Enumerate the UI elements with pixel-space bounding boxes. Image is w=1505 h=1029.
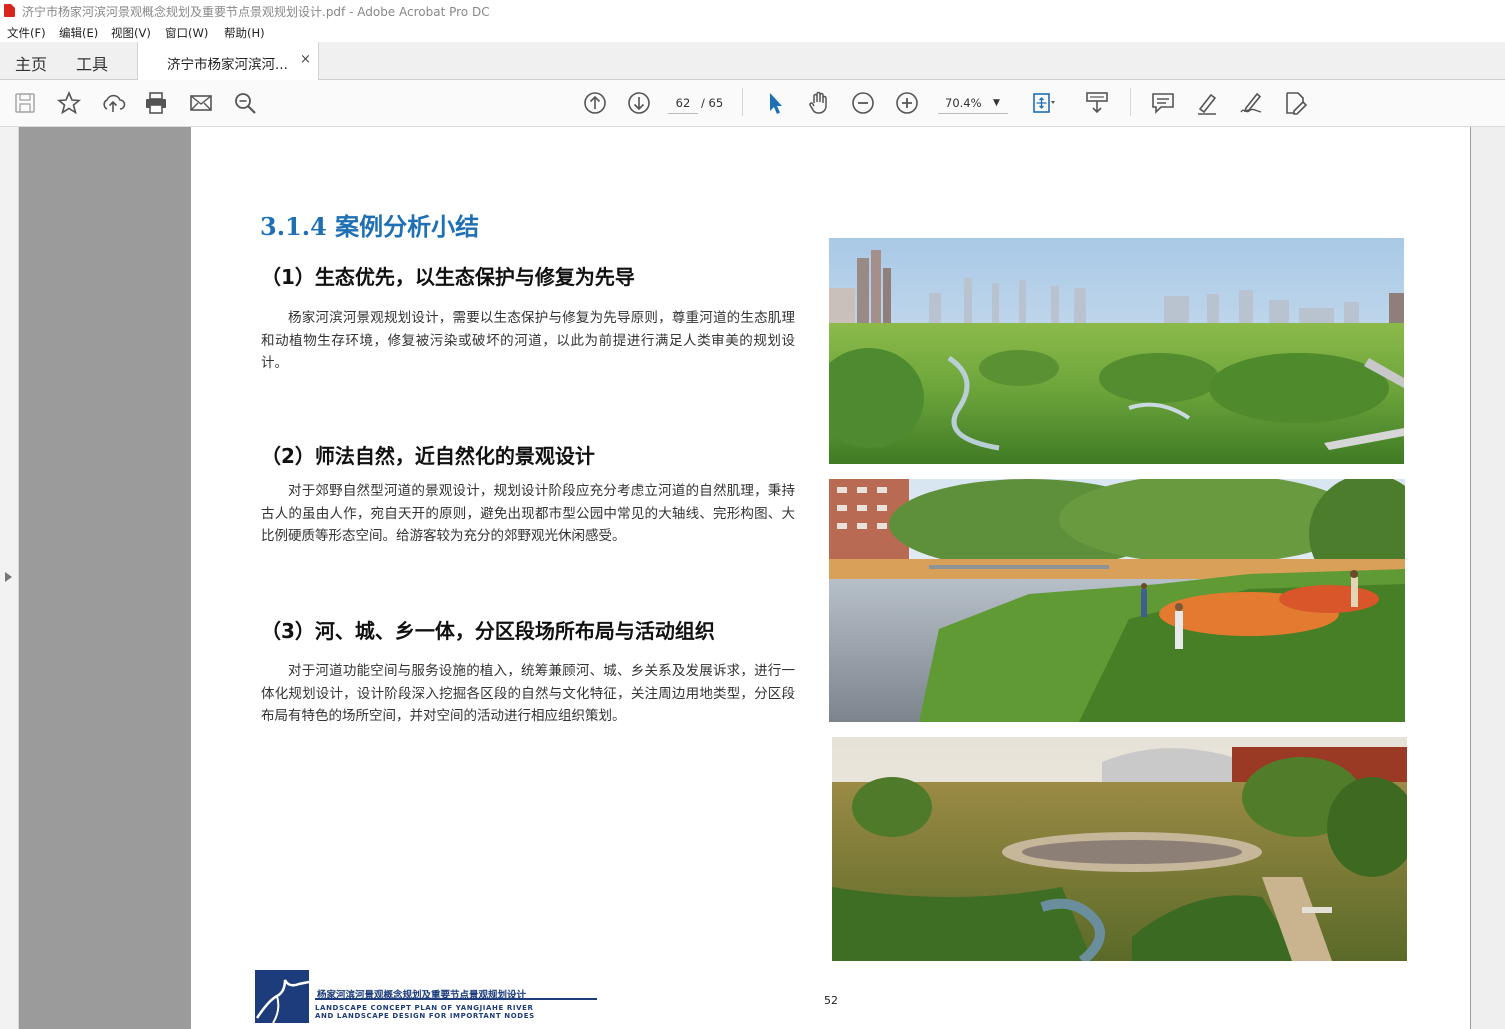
upload-icon[interactable] xyxy=(100,90,126,116)
section-heading-1: （1）生态优先，以生态保护与修复为先导 xyxy=(261,265,635,289)
footer-title-en-2: AND LANDSCAPE DESIGN FOR IMPORTANT NODES xyxy=(315,1012,535,1020)
zoom-value: 70.4% xyxy=(945,96,982,110)
right-tools-panel xyxy=(1471,127,1505,1029)
section-heading-2: （2）师法自然，近自然化的景观设计 xyxy=(261,444,595,468)
page-up-icon[interactable] xyxy=(582,90,608,116)
section-body-3: 对于河道功能空间与服务设施的植入，统筹兼顾河、城、乡关系及发展诉求，进行一体化规… xyxy=(261,663,795,724)
print-icon[interactable] xyxy=(143,90,169,116)
footer-divider xyxy=(315,998,597,1000)
window-title: 济宁市杨家河滨河景观概念规划及重要节点景观规划设计.pdf - Adobe Ac… xyxy=(22,5,490,19)
edit-pdf-icon[interactable] xyxy=(1282,90,1308,116)
save-icon[interactable] xyxy=(12,90,38,116)
menu-edit[interactable]: 编辑(E) xyxy=(59,25,98,41)
scroll-mode-icon[interactable] xyxy=(1084,90,1110,116)
zoom-out-icon[interactable] xyxy=(850,90,876,116)
current-page-input[interactable]: 62 xyxy=(668,93,698,114)
zoom-level-select[interactable]: 70.4% ▼ xyxy=(938,93,1008,114)
zoom-in-icon[interactable] xyxy=(894,90,920,116)
wetland-skyline-photo xyxy=(829,238,1404,464)
menu-window[interactable]: 窗口(W) xyxy=(165,25,208,41)
highlight-icon[interactable] xyxy=(1194,90,1220,116)
footer-title-en-1: LANDSCAPE CONCEPT PLAN OF YANGJIAHE RIVE… xyxy=(315,1004,534,1012)
expand-panel-arrow-icon[interactable] xyxy=(5,572,12,582)
hand-icon[interactable] xyxy=(806,90,832,116)
toolbar-separator xyxy=(1130,88,1131,116)
toolbar: 62 / 65 70.4% ▼ xyxy=(0,80,1505,127)
footer-logo xyxy=(255,970,309,1023)
river-reeds-photo xyxy=(829,479,1405,722)
email-icon[interactable] xyxy=(188,90,214,116)
menu-file[interactable]: 文件(F) xyxy=(7,25,46,41)
document-tab-label: 济宁市杨家河滨河... xyxy=(167,57,288,73)
pdf-app-icon xyxy=(4,4,15,17)
search-zoom-icon[interactable] xyxy=(232,90,258,116)
left-nav-panel[interactable] xyxy=(0,127,19,1029)
menu-help[interactable]: 帮助(H) xyxy=(224,25,265,41)
close-tab-icon[interactable]: × xyxy=(300,52,311,67)
section-title: 3.1.4 案例分析小结 xyxy=(260,212,480,241)
section-heading-3: （3）河、城、乡一体，分区段场所布局与活动组织 xyxy=(261,619,715,643)
tab-home[interactable]: 主页 xyxy=(15,51,47,75)
tab-document[interactable]: 济宁市杨家河滨河... × xyxy=(137,42,319,80)
chevron-down-icon: ▼ xyxy=(993,98,1000,108)
select-arrow-icon[interactable] xyxy=(762,90,788,116)
section-body-1: 杨家河滨河景观规划设计，需要以生态保护与修复为先导原则，尊重河道的生态肌理和动植… xyxy=(261,310,795,371)
bookmark-star-icon[interactable] xyxy=(56,90,82,116)
sign-icon[interactable] xyxy=(1238,90,1264,116)
pdf-page: 3.1.4 案例分析小结 （1）生态优先，以生态保护与修复为先导 杨家河滨河景观… xyxy=(191,127,1470,1029)
toolbar-separator xyxy=(742,88,743,116)
fit-page-icon[interactable] xyxy=(1030,90,1056,116)
comment-icon[interactable] xyxy=(1150,90,1176,116)
menu-bar: 文件(F) 编辑(E) 视图(V) 窗口(W) 帮助(H) xyxy=(0,22,1505,42)
page-number: 52 xyxy=(824,994,838,1007)
menu-view[interactable]: 视图(V) xyxy=(111,25,151,41)
section-body-2: 对于郊野自然型河道的景观设计，规划设计阶段应充分考虑立河道的自然肌理，秉持古人的… xyxy=(261,483,795,544)
page-down-icon[interactable] xyxy=(626,90,652,116)
park-crowd-photo xyxy=(832,737,1407,961)
title-bar: 济宁市杨家河滨河景观概念规划及重要节点景观规划设计.pdf - Adobe Ac… xyxy=(0,0,1505,22)
tab-bar: 主页 工具 济宁市杨家河滨河... × xyxy=(0,42,1505,80)
total-pages: / 65 xyxy=(701,96,724,110)
tab-tools[interactable]: 工具 xyxy=(76,51,108,75)
